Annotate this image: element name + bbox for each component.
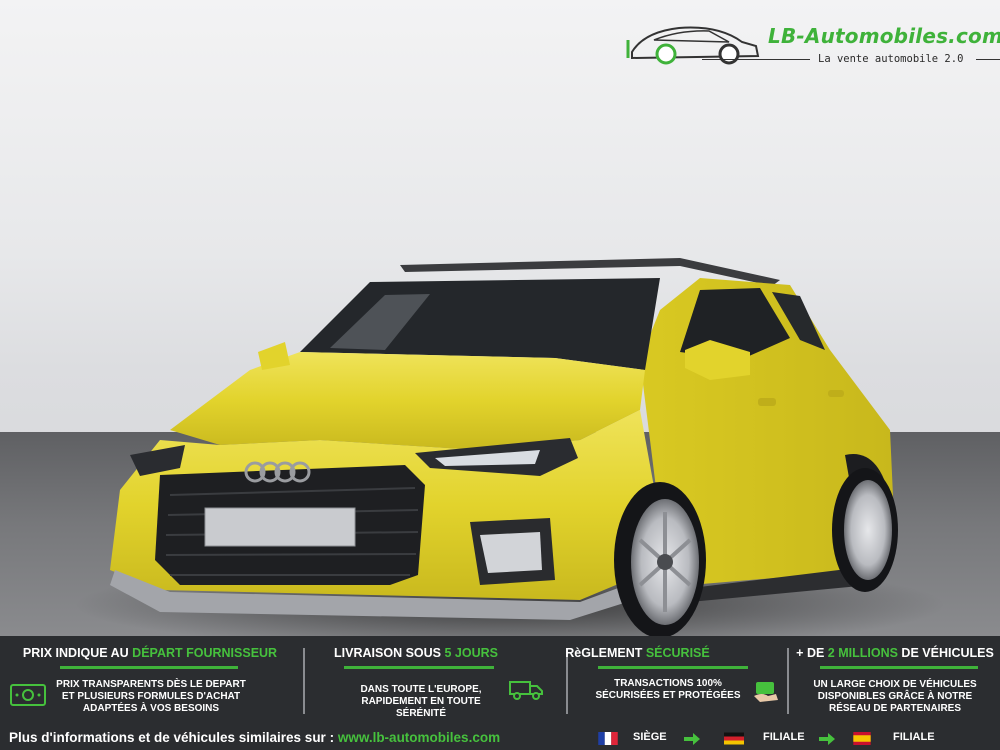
lb-automobiles-logo[interactable]: LB-Automobiles.com La vente automobile 2… — [624, 18, 1000, 72]
money-icon — [10, 684, 46, 706]
logo-divider — [702, 59, 810, 60]
column-vehicles: + DE 2 MILLIONS DE VÉHICULES UN LARGE CH… — [790, 636, 1000, 726]
column-vehicles-text: UN LARGE CHOIX DE VÉHICULES DISPONIBLES … — [813, 679, 977, 714]
arrow-right-icon — [819, 733, 835, 745]
column-price: PRIX INDIQUE AU DÉPART FOURNISSEUR PRIX … — [0, 636, 300, 726]
logo-title: LB-Automobiles.com — [768, 24, 1000, 48]
logo-tagline: La vente automobile 2.0 — [818, 53, 964, 65]
banner-footer: Plus d'informations et de véhicules simi… — [0, 728, 1000, 750]
column-rule — [60, 666, 238, 669]
column-delivery-title: LIVRAISON SOUS 5 JOURS — [334, 646, 498, 660]
location-label: FILIALE — [893, 731, 935, 743]
column-rule — [598, 666, 748, 669]
column-price-text: PRIX TRANSPARENTS DÈS LE DEPART ET PLUSI… — [56, 679, 246, 714]
column-rule — [820, 666, 978, 669]
location-label: SIÈGE — [633, 731, 667, 743]
spain-flag-icon — [853, 732, 871, 745]
column-vehicles-title: + DE 2 MILLIONS DE VÉHICULES — [796, 646, 994, 660]
germany-flag-icon — [724, 732, 744, 745]
arrow-right-icon — [684, 733, 700, 745]
location-label: FILIALE — [763, 731, 805, 743]
france-flag-icon — [598, 732, 618, 745]
column-delivery: LIVRAISON SOUS 5 JOURS DANS TOUTE L'EURO… — [306, 636, 566, 726]
logo-divider — [976, 59, 1000, 60]
car-photo: LB-Automobiles.com La vente automobile 2… — [0, 0, 1000, 636]
column-payment: RèGLEMENT SÉCURISÉ TRANSACTIONS 100% SÉC… — [565, 636, 785, 726]
secure-payment-icon — [754, 682, 778, 702]
column-payment-title: RèGLEMENT SÉCURISÉ — [565, 646, 710, 660]
delivery-truck-icon — [509, 681, 543, 700]
car-logo-icon — [626, 26, 760, 65]
info-banner: PRIX INDIQUE AU DÉPART FOURNISSEUR PRIX … — [0, 636, 1000, 750]
column-separator — [787, 648, 789, 714]
website-link[interactable]: www.lb-automobiles.com — [338, 730, 500, 745]
yellow-hatchback-car — [110, 258, 898, 636]
column-payment-text: TRANSACTIONS 100% SÉCURISÉES ET PROTÉGÉE… — [595, 678, 741, 701]
more-info-text: Plus d'informations et de véhicules simi… — [9, 730, 501, 745]
column-price-title: PRIX INDIQUE AU DÉPART FOURNISSEUR — [22, 646, 278, 660]
column-rule — [344, 666, 494, 669]
column-delivery-text: DANS TOUTE L'EUROPE, RAPIDEMENT EN TOUTE… — [360, 684, 482, 719]
